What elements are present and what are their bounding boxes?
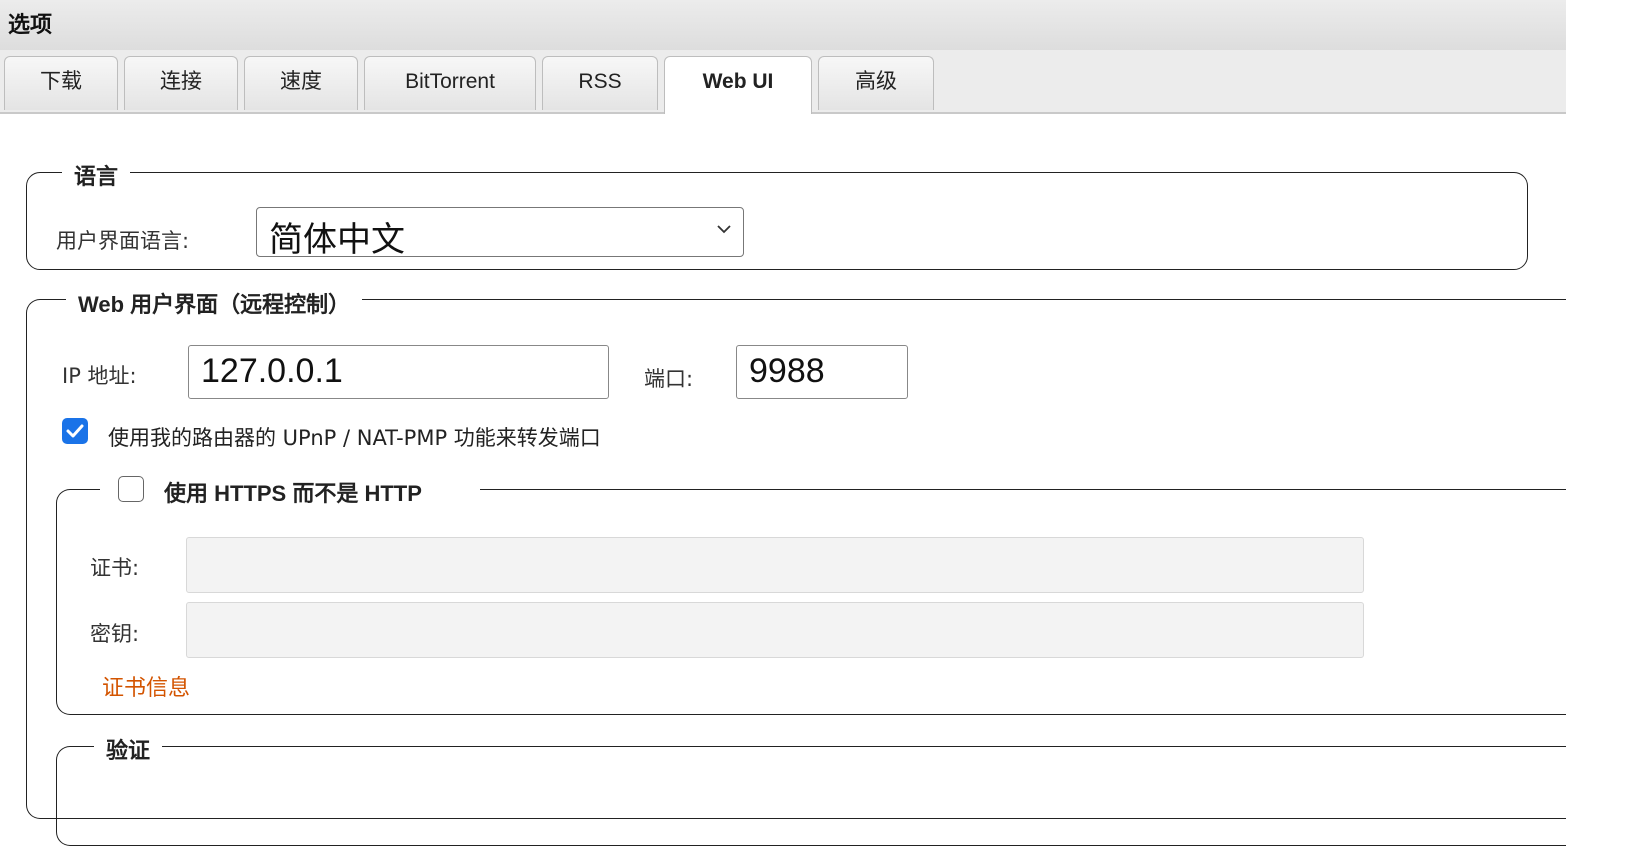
https-legend-label: 使用 HTTPS 而不是 HTTP [152,476,422,508]
port-input[interactable]: 9988 [736,345,908,399]
dialog-right-edge [1566,0,1638,796]
https-checkbox[interactable] [118,476,144,502]
checkmark-icon [66,424,84,438]
tab-bittorrent[interactable]: BitTorrent [364,56,536,110]
dialog-title: 选项 [8,13,53,38]
upnp-label: 使用我的路由器的 UPnP / NAT-PMP 功能来转发端口 [108,426,601,450]
tab-connection[interactable]: 连接 [124,56,238,110]
ip-label: IP 地址: [62,364,137,388]
auth-legend: 验证 [94,733,163,765]
tab-strip: 下载 连接 速度 BitTorrent RSS Web UI 高级 [0,50,1638,114]
language-legend: 语言 [62,159,131,191]
cert-input[interactable] [186,537,1364,593]
language-fieldset [26,172,1528,270]
ip-address-input[interactable]: 127.0.0.1 [188,345,609,399]
ui-language-select[interactable]: 简体中文 [256,207,744,260]
port-label: 端口: [644,367,694,391]
key-label: 密钥: [90,622,140,646]
cert-label: 证书: [90,556,140,580]
webui-legend: Web 用户界面（远程控制） [66,287,363,319]
tab-rss[interactable]: RSS [542,56,658,110]
tab-advanced[interactable]: 高级 [818,56,934,110]
chevron-down-icon [717,225,731,234]
https-legend: 使用 HTTPS 而不是 HTTP [100,470,480,510]
dialog-titlebar: 选项 ✕ [0,0,1638,51]
tab-download[interactable]: 下载 [4,56,118,110]
tab-speed[interactable]: 速度 [244,56,358,110]
auth-fieldset [56,746,1566,846]
ui-language-value: 简体中文 [269,220,405,260]
ui-language-label: 用户界面语言: [56,229,190,253]
upnp-checkbox[interactable] [62,418,88,444]
key-input[interactable] [186,602,1364,658]
cert-info-link[interactable]: 证书信息 [102,670,190,702]
tab-webui[interactable]: Web UI [664,56,812,114]
